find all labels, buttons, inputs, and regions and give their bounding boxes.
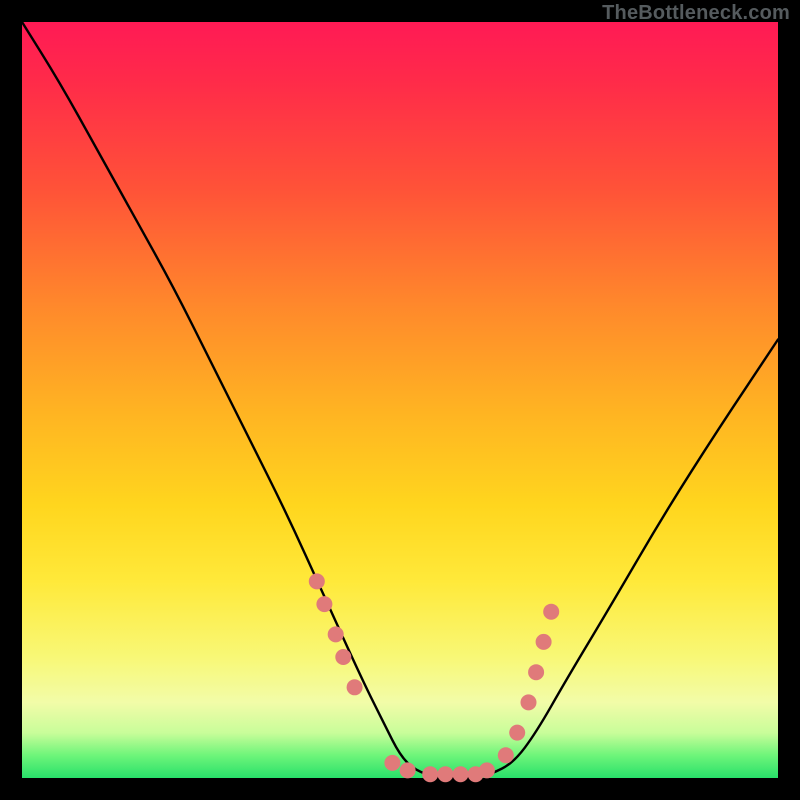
chart-svg xyxy=(22,22,778,778)
highlight-dot xyxy=(309,573,325,589)
highlight-dot xyxy=(347,679,363,695)
highlight-dot xyxy=(479,762,495,778)
highlight-dot xyxy=(509,725,525,741)
highlight-dot xyxy=(453,766,469,782)
highlight-dot xyxy=(328,626,344,642)
highlight-dot xyxy=(400,762,416,778)
watermark-text: TheBottleneck.com xyxy=(602,2,790,25)
highlight-dot xyxy=(422,766,438,782)
highlight-dot xyxy=(335,649,351,665)
highlight-dot xyxy=(316,596,332,612)
highlight-dot xyxy=(521,694,537,710)
highlight-dot xyxy=(384,755,400,771)
highlight-dot xyxy=(536,634,552,650)
chart-frame xyxy=(22,22,778,778)
highlight-dot xyxy=(498,747,514,763)
highlight-dot xyxy=(543,604,559,620)
highlight-dot xyxy=(528,664,544,680)
bottleneck-curve xyxy=(22,22,778,778)
highlight-dot xyxy=(437,766,453,782)
